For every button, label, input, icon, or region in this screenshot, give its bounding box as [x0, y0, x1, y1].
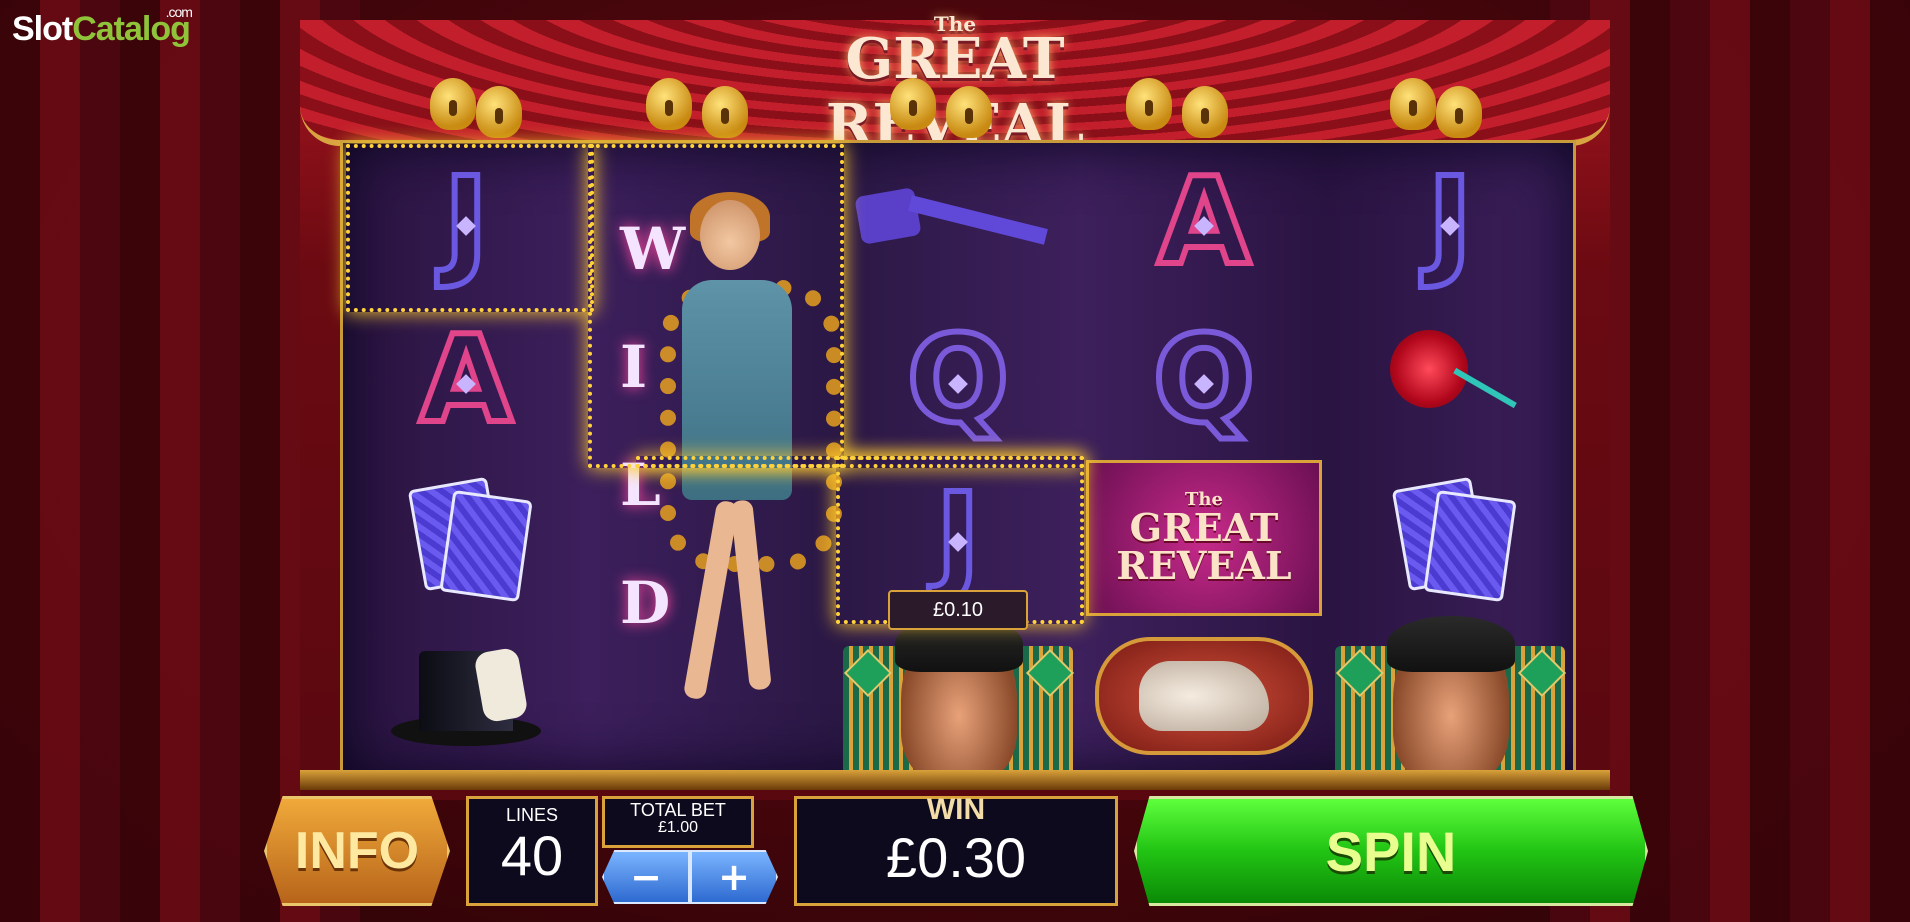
magician-icon	[843, 616, 1075, 775]
symbol-letter: Q	[1150, 308, 1258, 453]
padlock-group-reel-5	[1380, 72, 1500, 142]
padlock-icon	[1182, 86, 1228, 138]
symbol-hat	[343, 617, 589, 775]
logo-tile-line2: REVEAL	[1116, 543, 1292, 588]
diamond-icon	[456, 216, 476, 237]
padlock-icon	[1390, 78, 1436, 130]
total-bet-panel: TOTAL BET £1.00	[602, 796, 754, 848]
lines-value: 40	[500, 824, 564, 887]
win-panel: WIN £0.30	[794, 793, 1118, 906]
padlock-group-reel-3	[880, 72, 1000, 142]
playing-cards-icon	[406, 476, 533, 603]
padlock-icon	[890, 78, 936, 130]
symbol-magician	[835, 616, 1081, 775]
padlock-icon	[946, 86, 992, 138]
key-icon	[854, 182, 1058, 262]
reel-3: Q J	[835, 143, 1081, 775]
symbol-magician	[1327, 616, 1573, 775]
symbol-letter: J	[441, 150, 492, 295]
rose-icon	[1380, 325, 1520, 435]
symbol-j: J	[1327, 143, 1573, 301]
symbol-logo: The GREAT REVEAL	[1081, 459, 1327, 617]
logo-part-slot: Slot	[12, 10, 73, 48]
padlock-icon	[1126, 78, 1172, 130]
padlock-icon	[702, 86, 748, 138]
total-bet-value: £1.00	[657, 819, 699, 836]
symbol-key	[835, 143, 1081, 301]
diamond-icon	[948, 374, 968, 395]
symbol-q: Q	[835, 301, 1081, 459]
padlock-icon	[476, 86, 522, 138]
logo-tile-line1: GREAT	[1129, 505, 1279, 550]
win-value: £0.30	[885, 826, 1027, 889]
stage-floor	[300, 770, 1610, 790]
padlock-icon	[646, 78, 692, 130]
padlock-icon	[430, 78, 476, 130]
magician-icon	[1335, 616, 1567, 775]
symbol-letter: J	[1425, 150, 1476, 295]
symbol-letter: A	[417, 308, 516, 453]
padlock-group-reel-4	[1116, 72, 1236, 142]
win-label: WIN	[926, 793, 986, 826]
control-bar: INFO LINES 40 TOTAL BET £1.00 − + WIN £0…	[230, 790, 1680, 910]
symbol-bunny	[1081, 617, 1327, 775]
wild-dancer-icon	[660, 192, 842, 720]
playing-cards-icon	[1390, 476, 1517, 603]
spin-button[interactable]: SPIN	[1134, 796, 1648, 906]
top-hat-icon	[391, 636, 541, 756]
symbol-cards	[343, 459, 589, 617]
lines-panel: LINES 40	[466, 796, 598, 906]
reel-grid: J A Q J A Q	[340, 140, 1576, 778]
lines-label: LINES	[505, 805, 559, 825]
padlock-group-reel-1	[420, 72, 540, 142]
line-win-amount: £0.10	[888, 590, 1028, 630]
rabbit-icon	[1095, 637, 1313, 755]
total-bet-label: TOTAL BET	[630, 800, 726, 820]
padlock-icon	[1436, 86, 1482, 138]
symbol-j: J	[343, 143, 589, 301]
symbol-cards	[1327, 459, 1573, 617]
symbol-letter: A	[1155, 150, 1254, 295]
decrease-bet-button[interactable]: −	[602, 850, 690, 904]
slotcatalog-logo: SlotCatalog .com	[12, 4, 193, 49]
diamond-icon	[1194, 216, 1214, 237]
symbol-a: A	[1081, 143, 1327, 301]
padlock-group-reel-2	[636, 72, 756, 142]
reel-5: J	[1327, 143, 1573, 775]
symbol-a: A	[343, 301, 589, 459]
symbol-letter: Q	[904, 308, 1012, 453]
reel-4: A Q The GREAT REVEAL	[1081, 143, 1327, 775]
info-button[interactable]: INFO	[264, 796, 450, 906]
diamond-icon	[456, 374, 476, 395]
symbol-letter: J	[933, 466, 984, 611]
increase-bet-button[interactable]: +	[690, 850, 778, 904]
symbol-q: Q	[1081, 301, 1327, 459]
reel-1: J A	[343, 143, 589, 775]
diamond-icon	[1194, 374, 1214, 395]
logo-suffix: .com	[165, 4, 193, 20]
great-reveal-logo-symbol: The GREAT REVEAL	[1086, 460, 1322, 616]
diamond-icon	[948, 532, 968, 553]
symbol-rose	[1327, 301, 1573, 459]
diamond-icon	[1440, 216, 1460, 237]
